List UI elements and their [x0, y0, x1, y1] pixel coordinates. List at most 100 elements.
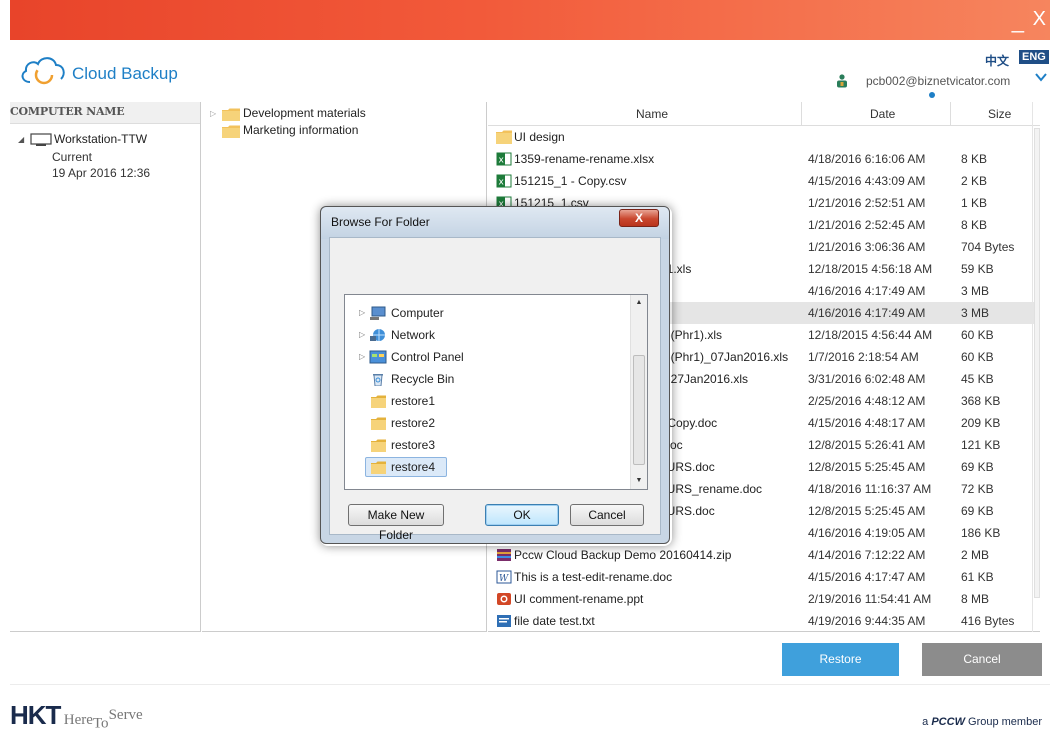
- header: Cloud Backup 中文 ENG pcb002@biznetvicator…: [10, 40, 1050, 102]
- folder-tree-scrollbar[interactable]: ▲ ▼: [630, 295, 647, 489]
- lang-english-link[interactable]: ENG: [1019, 50, 1049, 64]
- member-prefix: a: [922, 716, 929, 728]
- make-new-folder-button[interactable]: Make New Folder: [348, 504, 444, 542]
- dialog-close-button[interactable]: X: [619, 209, 659, 227]
- chevron-down-icon[interactable]: [1034, 70, 1048, 84]
- file-name: UI design: [514, 130, 565, 144]
- file-size: 2 MB: [961, 548, 990, 562]
- folder-tree-item[interactable]: restore1: [345, 391, 635, 411]
- network-icon: [370, 329, 385, 341]
- folder-icon: [371, 461, 386, 474]
- control-panel-icon: [369, 350, 387, 364]
- file-row[interactable]: UI design: [488, 126, 1040, 148]
- footer-divider: [10, 684, 1050, 685]
- expand-arrow-icon[interactable]: ▷: [359, 330, 365, 339]
- file-size: 1 KB: [961, 196, 988, 210]
- folder-tree-item[interactable]: ▷ Network: [345, 325, 635, 345]
- backup-status[interactable]: Current: [52, 150, 92, 164]
- txt-icon: [497, 615, 511, 627]
- file-size: 8 MB: [961, 592, 990, 606]
- scroll-up-button[interactable]: ▲: [631, 295, 647, 311]
- file-date: 1/21/2016 2:52:45 AM: [808, 218, 926, 232]
- expand-arrow-icon[interactable]: ◢: [18, 135, 24, 144]
- status-dot: [929, 92, 935, 98]
- folder-tree-label: Recycle Bin: [391, 372, 455, 386]
- file-row[interactable]: UI comment-rename.ppt 2/19/2016 11:54:41 …: [488, 588, 1040, 610]
- svg-text:x: x: [499, 156, 505, 166]
- folder-tree-item[interactable]: ▷ Control Panel: [345, 347, 635, 367]
- file-date: 4/18/2016 11:16:37 AM: [808, 482, 932, 496]
- folder-tree-label: restore4: [391, 460, 436, 474]
- dialog-cancel-button[interactable]: Cancel: [570, 504, 644, 526]
- restore-button[interactable]: Restore: [782, 643, 899, 676]
- file-date: 1/7/2016 2:18:54 AM: [808, 350, 919, 364]
- folder-tree-item[interactable]: restore4: [345, 457, 635, 477]
- expand-arrow-icon[interactable]: ▷: [210, 109, 216, 118]
- folder-label: Development materials: [243, 106, 366, 120]
- file-size: 60 KB: [961, 350, 994, 364]
- file-row[interactable]: x 151215_1 - Copy.csv 4/15/2016 4:43:09 AM…: [488, 170, 1040, 192]
- word-icon: W: [496, 570, 512, 584]
- folder-tree-item[interactable]: Recycle Bin: [345, 369, 635, 389]
- tagline-serve: Serve: [108, 707, 143, 723]
- folder-tree-label: restore3: [391, 438, 436, 452]
- column-divider[interactable]: [801, 102, 802, 126]
- scroll-down-button[interactable]: ▼: [631, 473, 647, 489]
- column-name[interactable]: Name: [636, 107, 668, 121]
- file-date: 4/14/2016 7:12:22 AM: [808, 548, 926, 562]
- zip-icon: [497, 549, 511, 561]
- folder-tree-item[interactable]: restore2: [345, 413, 635, 433]
- folder-tree-label: restore1: [391, 394, 436, 408]
- file-row[interactable]: W This is a test-edit-rename.doc 4/15/2016…: [488, 566, 1040, 588]
- folder-tree-label: restore2: [391, 416, 436, 430]
- file-name: file date test.txt: [514, 614, 595, 628]
- file-size: 2 KB: [961, 174, 988, 188]
- expand-arrow-icon[interactable]: ▷: [359, 352, 365, 361]
- hkt-logo: HKT HereToServe: [10, 700, 143, 732]
- file-date: 4/15/2016 4:43:09 AM: [808, 174, 926, 188]
- user-icon: [837, 74, 847, 88]
- file-size: 8 KB: [961, 152, 988, 166]
- file-size: 416 Bytes: [961, 614, 1015, 628]
- folder-tree-item[interactable]: ▷ Computer: [345, 303, 635, 323]
- file-size: 59 KB: [961, 262, 994, 276]
- file-size: 121 KB: [961, 438, 1001, 452]
- dialog-title: Browse For Folder: [331, 215, 430, 229]
- computer-name-header: COMPUTER NAME: [10, 102, 200, 124]
- cloud-backup-window: _ X Cloud Backup 中文 ENG pcb002@biznetvic…: [0, 0, 1050, 745]
- lang-chinese-link[interactable]: 中文: [985, 52, 1009, 69]
- cancel-button[interactable]: Cancel: [922, 643, 1042, 676]
- scrollbar-thumb[interactable]: [1034, 128, 1040, 598]
- file-size: 61 KB: [961, 570, 994, 584]
- minimize-button[interactable]: _: [1012, 10, 1024, 32]
- hkt-logo-text: HKT: [10, 700, 61, 730]
- folder-icon: [222, 125, 240, 138]
- file-row[interactable]: x 1359-rename-rename.xlsx 4/18/2016 6:16:0…: [488, 148, 1040, 170]
- user-email[interactable]: pcb002@biznetvicator.com: [866, 74, 1010, 88]
- column-date[interactable]: Date: [870, 107, 895, 121]
- pccw-member-badge: a PCCW Group member: [922, 716, 1042, 728]
- folder-icon: [371, 439, 386, 452]
- column-size[interactable]: Size: [988, 107, 1011, 121]
- file-row[interactable]: file date test.txt 4/19/2016 9:44:35 AM 41…: [488, 610, 1040, 632]
- file-date: 4/15/2016 4:17:47 AM: [808, 570, 926, 584]
- folder-icon: [371, 395, 386, 408]
- folder-tree[interactable]: ▷ Computer ▷ Network ▷ Control Panel Recycle B…: [344, 294, 648, 490]
- file-list-scrollbar[interactable]: [1032, 102, 1040, 632]
- file-row[interactable]: Pccw Cloud Backup Demo 20160414.zip 4/14/…: [488, 544, 1040, 566]
- column-divider[interactable]: [950, 102, 951, 126]
- backup-timestamp[interactable]: 19 Apr 2016 12:36: [52, 166, 150, 180]
- file-size: 60 KB: [961, 328, 994, 342]
- folder-tree-item[interactable]: restore3: [345, 435, 635, 455]
- ok-button[interactable]: OK: [485, 504, 559, 526]
- monitor-icon: [30, 133, 52, 146]
- file-date: 1/21/2016 2:52:51 AM: [808, 196, 926, 210]
- file-date: 4/15/2016 4:48:17 AM: [808, 416, 926, 430]
- file-name: _URS_rename.doc: [660, 482, 763, 496]
- scrollbar-thumb[interactable]: [633, 355, 645, 465]
- file-size: 3 MB: [961, 306, 990, 320]
- close-button[interactable]: X: [1033, 8, 1046, 31]
- svg-text:x: x: [499, 178, 505, 188]
- expand-arrow-icon[interactable]: ▷: [359, 308, 365, 317]
- computer-icon: [370, 306, 386, 320]
